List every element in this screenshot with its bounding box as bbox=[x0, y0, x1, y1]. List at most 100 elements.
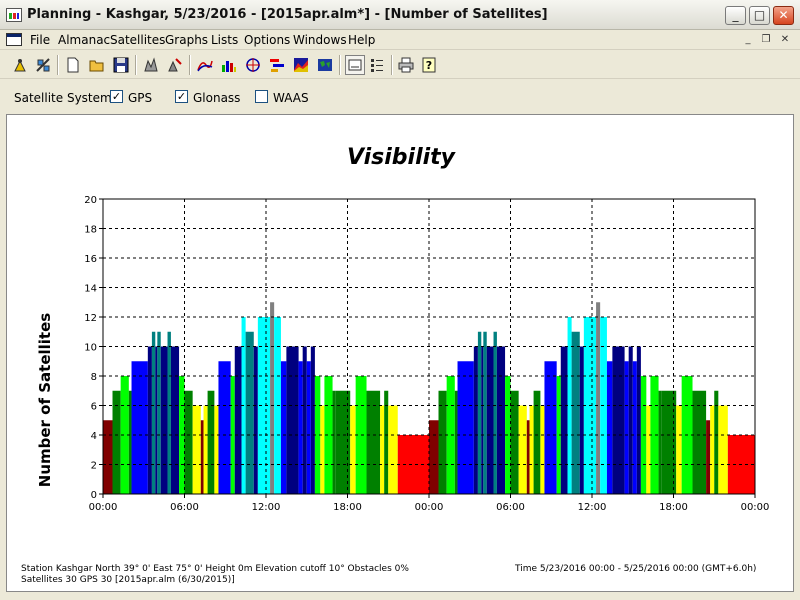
elevation-icon[interactable] bbox=[195, 55, 215, 75]
bar-15 bbox=[200, 420, 204, 494]
toolbar: ? bbox=[0, 51, 800, 79]
bar-64 bbox=[540, 405, 545, 494]
bar-17 bbox=[207, 390, 215, 494]
bar-7 bbox=[155, 346, 158, 494]
bar-84 bbox=[661, 390, 677, 494]
menu-options[interactable]: Options bbox=[244, 33, 290, 47]
toolbar-separator bbox=[339, 55, 341, 75]
menu-bar: File Almanac Satellites Graphs Lists Opt… bbox=[0, 30, 800, 50]
bar-9 bbox=[160, 346, 168, 494]
sky-plot-icon[interactable] bbox=[243, 55, 263, 75]
minimize-button[interactable]: _ bbox=[725, 6, 746, 25]
bar-67 bbox=[560, 346, 568, 494]
obstacle-edit-icon[interactable] bbox=[165, 55, 185, 75]
bar-32 bbox=[306, 361, 311, 494]
mdi-minimize-button[interactable]: _ bbox=[740, 33, 756, 47]
bar-8 bbox=[157, 331, 161, 494]
x-tick-label: 00:00 bbox=[741, 502, 770, 513]
chart-panel[interactable]: Visibility Number of Satellites 0 2 4 6 8 10 1… bbox=[6, 114, 794, 592]
document-icon[interactable] bbox=[6, 33, 22, 46]
bar-78 bbox=[632, 361, 637, 494]
toolbar-separator bbox=[135, 55, 137, 75]
satellite-systems-bar: Satellite Systems: ✓ GPS ✓ Glonass WAAS bbox=[0, 80, 800, 112]
menu-file[interactable]: File bbox=[30, 33, 50, 47]
close-button[interactable]: ✕ bbox=[773, 6, 794, 25]
menu-lists[interactable]: Lists bbox=[211, 33, 238, 47]
y-tick-label: 8 bbox=[91, 372, 97, 383]
y-tick-label: 20 bbox=[84, 195, 97, 206]
view-toggle-icon[interactable] bbox=[345, 55, 365, 75]
bar-16 bbox=[203, 405, 208, 494]
world-view-icon[interactable] bbox=[315, 55, 335, 75]
bar-59 bbox=[510, 390, 519, 494]
menu-help[interactable]: Help bbox=[348, 33, 375, 47]
window-bottom-edge bbox=[0, 592, 800, 600]
gps-checkbox[interactable]: ✓ bbox=[110, 90, 123, 103]
bar-29 bbox=[286, 346, 299, 494]
app-icon[interactable] bbox=[6, 8, 22, 22]
menu-satellites[interactable]: Satellites bbox=[110, 33, 165, 47]
svg-text:?: ? bbox=[426, 59, 432, 72]
bar-33 bbox=[310, 346, 315, 494]
title-bar[interactable]: Planning - Kashgar, 5/23/2016 - [2015apr… bbox=[0, 0, 800, 30]
bar-81 bbox=[646, 405, 651, 494]
y-tick-label: 16 bbox=[84, 254, 97, 265]
bar-87 bbox=[692, 390, 707, 494]
number-of-satellites-icon[interactable] bbox=[219, 55, 239, 75]
bar-55 bbox=[486, 346, 494, 494]
x-tick-label: 12:00 bbox=[252, 502, 281, 513]
toolbar-separator bbox=[57, 55, 59, 75]
mdi-close-button[interactable]: ✕ bbox=[777, 33, 793, 47]
glonass-label: Glonass bbox=[193, 91, 241, 105]
visibility-icon[interactable] bbox=[267, 55, 287, 75]
dop-icon[interactable] bbox=[291, 55, 311, 75]
visibility-chart[interactable]: 0 2 4 6 8 10 12 14 16 18 20 00:00 06:00 12:00 18:00 00:… bbox=[7, 115, 795, 593]
obstacle-icon[interactable] bbox=[141, 55, 161, 75]
bar-79 bbox=[636, 346, 641, 494]
bar-57 bbox=[496, 346, 506, 494]
bar-46 bbox=[429, 420, 439, 494]
bar-28 bbox=[280, 361, 287, 494]
window-title: Planning - Kashgar, 5/23/2016 - [2015apr… bbox=[27, 7, 548, 22]
gps-label: GPS bbox=[128, 91, 153, 105]
y-tick-label: 0 bbox=[91, 490, 97, 501]
bar-75 bbox=[612, 346, 625, 494]
satellite-icon[interactable] bbox=[33, 55, 53, 75]
bar-85 bbox=[676, 405, 682, 494]
bar-72 bbox=[596, 302, 601, 494]
bar-42 bbox=[380, 405, 385, 494]
bar-19 bbox=[218, 361, 231, 494]
bar-53 bbox=[481, 346, 484, 494]
bar-37 bbox=[332, 390, 336, 494]
help-icon[interactable]: ? bbox=[419, 55, 439, 75]
maximize-button[interactable]: □ bbox=[749, 6, 770, 25]
x-tick-label: 18:00 bbox=[659, 502, 688, 513]
menu-windows[interactable]: Windows bbox=[293, 33, 347, 47]
bar-51 bbox=[473, 346, 478, 494]
new-icon[interactable] bbox=[63, 55, 83, 75]
satellite-systems-label: Satellite Systems: bbox=[14, 91, 123, 105]
bar-6 bbox=[151, 331, 156, 494]
toolbar-separator bbox=[189, 55, 191, 75]
waas-label: WAAS bbox=[273, 91, 309, 105]
station-info: Station Kashgar North 39° 0' East 75° 0'… bbox=[21, 564, 409, 574]
bar-0 bbox=[103, 420, 113, 494]
print-icon[interactable] bbox=[396, 55, 416, 75]
bar-4 bbox=[131, 361, 148, 494]
bar-74 bbox=[606, 361, 613, 494]
bar-43 bbox=[384, 390, 389, 494]
menu-almanac[interactable]: Almanac bbox=[58, 33, 110, 47]
legend-icon[interactable] bbox=[367, 55, 387, 75]
save-icon[interactable] bbox=[111, 55, 131, 75]
open-icon[interactable] bbox=[87, 55, 107, 75]
waas-checkbox[interactable] bbox=[255, 90, 268, 103]
glonass-checkbox[interactable]: ✓ bbox=[175, 90, 188, 103]
bar-21 bbox=[234, 346, 242, 494]
mdi-restore-button[interactable]: ❐ bbox=[758, 33, 774, 47]
x-tick-label: 06:00 bbox=[496, 502, 525, 513]
toolbar-separator bbox=[391, 55, 393, 75]
station-icon[interactable] bbox=[10, 55, 30, 75]
menu-graphs[interactable]: Graphs bbox=[165, 33, 208, 47]
bar-56 bbox=[493, 331, 497, 494]
bar-18 bbox=[214, 405, 219, 494]
